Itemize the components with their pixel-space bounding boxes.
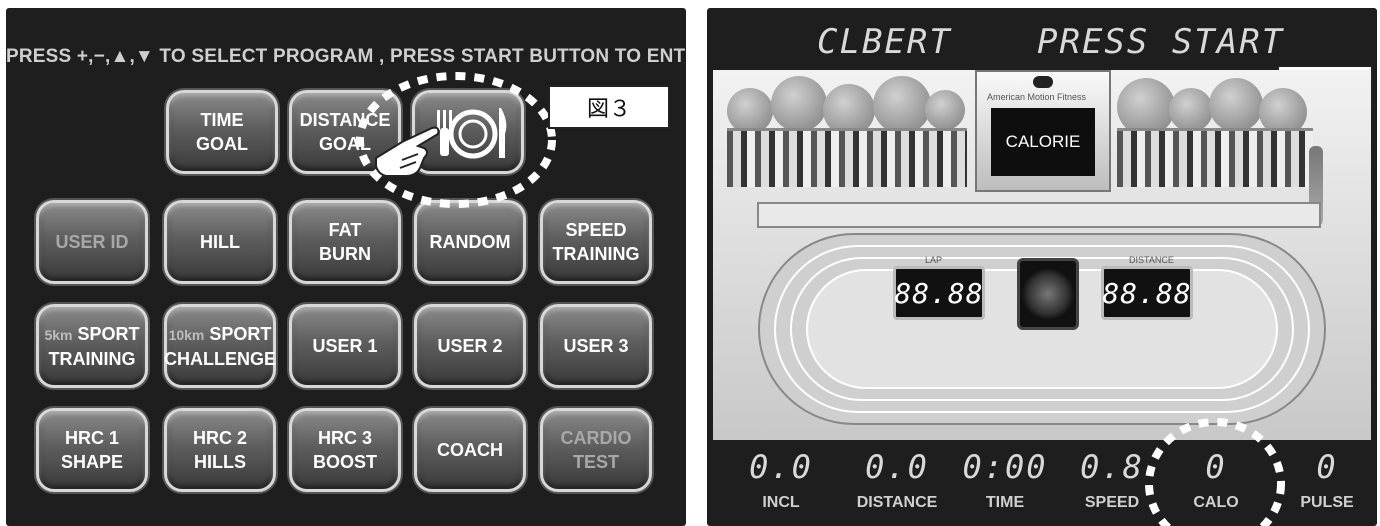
- button-label-line2: TRAINING: [552, 244, 640, 264]
- button-label-line1: HRC 2: [192, 428, 247, 448]
- sponsor-logo-icon: [1033, 76, 1053, 88]
- button-label-line2: GOAL: [196, 134, 248, 154]
- time-goal-button[interactable]: TIME GOAL: [166, 90, 278, 174]
- incline-value: 0.0: [749, 448, 813, 486]
- pointing-hand-icon: [375, 126, 440, 177]
- hrc-3-boost-button[interactable]: HRC 3 BOOST: [289, 408, 401, 492]
- lap-display: 88.88: [893, 266, 985, 320]
- button-label-line1: RANDOM: [429, 232, 511, 252]
- button-label-line2: TRAINING: [48, 348, 136, 369]
- distance-display: 88.88: [1101, 266, 1193, 320]
- button-label-line1: USER 2: [437, 336, 503, 356]
- calorie-banner-frame: American Motion Fitness CALORIE: [975, 70, 1111, 192]
- incline-label: INCL: [762, 494, 800, 511]
- distance-tag: 10km: [168, 326, 205, 343]
- user-id-button[interactable]: USER ID: [36, 200, 148, 284]
- button-label-line2: BURN: [319, 244, 371, 264]
- button-label-line1: 10km SPORT: [169, 322, 272, 347]
- time-value: 0:00: [962, 448, 1048, 486]
- button-label-line1: USER 3: [563, 336, 629, 356]
- button-label-line1: CARDIO: [560, 428, 632, 448]
- highlight-circle-annotation: [1145, 418, 1285, 526]
- sport-label: SPORT: [77, 323, 140, 344]
- program-select-screen: PRESS +,−,▲,▼ TO SELECT PROGRAM , PRESS …: [6, 8, 686, 526]
- instruction-text: PRESS +,−,▲,▼ TO SELECT PROGRAM , PRESS …: [6, 46, 686, 67]
- distance-value: 0.0: [865, 448, 929, 486]
- button-label-line2: TEST: [572, 452, 619, 472]
- track-scene: American Motion Fitness CALORIE LAP DIST…: [713, 70, 1371, 440]
- button-label-line2: BOOST: [312, 452, 377, 472]
- distance-tag: 5km: [44, 326, 73, 343]
- right-spectator-stands: [1117, 128, 1313, 187]
- hrc-1-shape-button[interactable]: HRC 1 SHAPE: [36, 408, 148, 492]
- banner-title: CALORIE: [991, 108, 1095, 176]
- run-display-screen: CLBERT PRESS START 図４ American Motion Fi…: [707, 8, 1377, 526]
- button-label-line1: HRC 1: [64, 428, 119, 448]
- status-display: PRESS START: [1037, 22, 1285, 62]
- button-label-line2: HILLS: [194, 452, 246, 472]
- cardio-test-button[interactable]: CARDIO TEST: [540, 408, 652, 492]
- figure-label: 図３: [548, 85, 670, 129]
- tree: [925, 90, 965, 130]
- sport-label: SPORT: [209, 323, 272, 344]
- button-label-line1: USER ID: [55, 232, 129, 252]
- 5km-sport-training-button[interactable]: 5km SPORT TRAINING: [36, 304, 148, 388]
- user-1-button[interactable]: USER 1: [289, 304, 401, 388]
- center-dial-icon: [1017, 258, 1079, 330]
- distance-label: DISTANCE: [1129, 255, 1174, 265]
- time-label: TIME: [985, 494, 1025, 511]
- user-2-button[interactable]: USER 2: [414, 304, 526, 388]
- button-label-line1: TIME: [200, 110, 244, 130]
- left-spectator-stands: [727, 128, 967, 187]
- hrc-2-hills-button[interactable]: HRC 2 HILLS: [164, 408, 276, 492]
- tree: [873, 76, 931, 134]
- button-label-line1: FAT: [328, 220, 362, 240]
- button-label-line1: COACH: [437, 440, 503, 460]
- button-label-line1: SPEED: [565, 220, 627, 240]
- pulse-label: PULSE: [1300, 494, 1354, 511]
- tree: [1169, 88, 1213, 132]
- button-label-line2: CHALLENGE: [164, 348, 276, 369]
- distance-metric-label: DISTANCE: [856, 494, 938, 511]
- button-label-line1: USER 1: [312, 336, 378, 356]
- sponsor-text: American Motion Fitness: [987, 92, 1087, 102]
- tree: [1209, 78, 1263, 132]
- coach-button[interactable]: COACH: [414, 408, 526, 492]
- hill-button[interactable]: HILL: [164, 200, 276, 284]
- user-3-button[interactable]: USER 3: [540, 304, 652, 388]
- user-name-display: CLBERT: [817, 22, 952, 62]
- pulse-value: 0: [1316, 448, 1338, 486]
- lap-label: LAP: [925, 255, 943, 265]
- 10km-sport-challenge-button[interactable]: 10km SPORT CHALLENGE: [164, 304, 276, 388]
- tree: [771, 76, 827, 132]
- button-label-line1: 5km SPORT: [44, 322, 139, 347]
- button-label-line1: HILL: [200, 232, 240, 252]
- button-label-line2: SHAPE: [60, 452, 123, 472]
- button-label-line1: HRC 3: [317, 428, 372, 448]
